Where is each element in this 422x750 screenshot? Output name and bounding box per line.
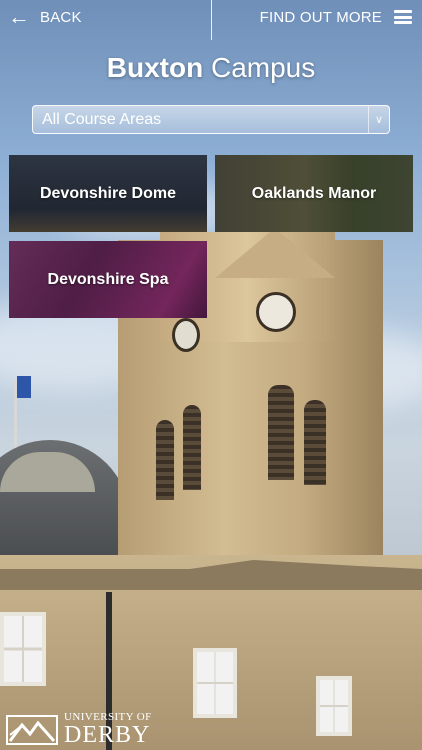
page-title-bold: Buxton bbox=[106, 52, 204, 83]
top-bar: ← BACK FIND OUT MORE bbox=[0, 0, 422, 40]
hamburger-menu-icon bbox=[394, 10, 412, 24]
find-out-more-label: FIND OUT MORE bbox=[259, 8, 382, 26]
tile-devonshire-dome[interactable]: Devonshire Dome bbox=[9, 155, 207, 232]
arrow-left-icon: ← bbox=[8, 4, 30, 29]
find-out-more-button[interactable]: FIND OUT MORE bbox=[260, 0, 412, 34]
back-button[interactable]: ← BACK bbox=[8, 0, 82, 34]
page-title: Buxton Campus bbox=[0, 52, 422, 84]
logo-bottom-text: DERBY bbox=[64, 722, 151, 748]
mountains-logo-icon bbox=[6, 714, 58, 745]
course-area-select-value: All Course Areas bbox=[42, 110, 162, 128]
top-bar-divider bbox=[211, 0, 212, 40]
chevron-down-icon: ∨ bbox=[368, 106, 389, 133]
page-title-light: Campus bbox=[210, 52, 316, 83]
tile-label: Oaklands Manor bbox=[251, 184, 377, 202]
back-label: BACK bbox=[40, 8, 82, 26]
course-area-select[interactable]: All Course Areas ∨ bbox=[32, 105, 390, 134]
tile-label: Devonshire Spa bbox=[47, 270, 169, 288]
tile-oaklands-manor[interactable]: Oaklands Manor bbox=[215, 155, 413, 232]
tile-devonshire-spa[interactable]: Devonshire Spa bbox=[9, 241, 207, 318]
university-logo: UNIVERSITY OF DERBY bbox=[6, 712, 152, 747]
tile-label: Devonshire Dome bbox=[39, 184, 177, 202]
